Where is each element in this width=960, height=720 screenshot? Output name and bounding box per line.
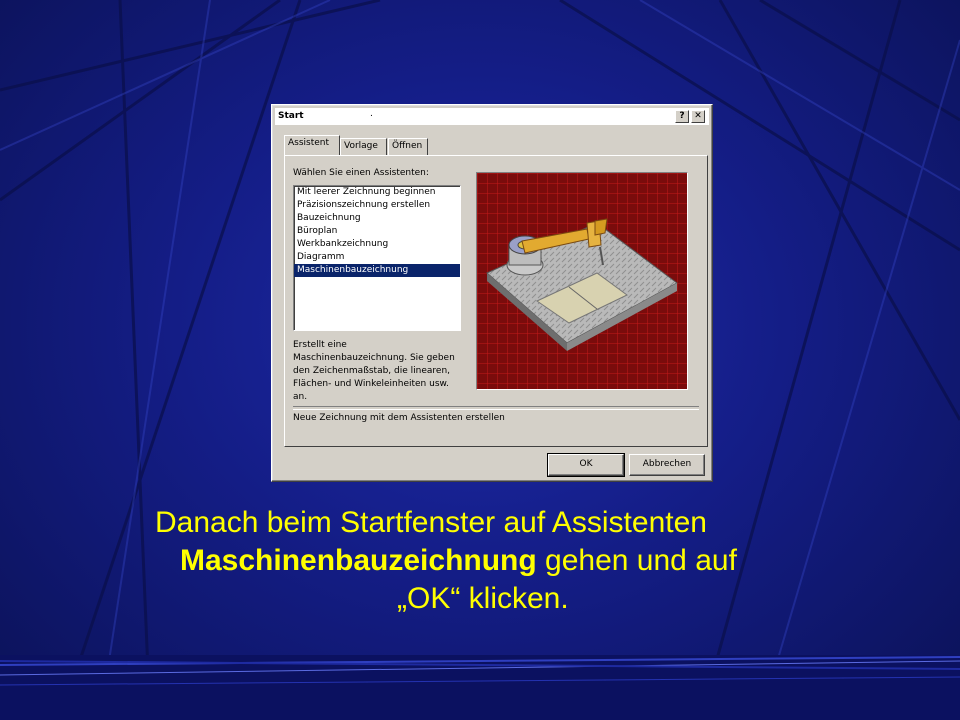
dialog-title-bar[interactable]: Start . ? ✕ xyxy=(275,108,709,125)
separator xyxy=(293,406,699,410)
help-button[interactable]: ? xyxy=(675,110,689,123)
caption-line-1: Danach beim Startfenster auf Assistenten xyxy=(155,506,707,539)
caption-line-2: Maschinenbauzeichnung gehen und auf xyxy=(180,542,737,580)
caption-line-3: „OK“ klicken. xyxy=(397,582,569,615)
wizard-preview-image xyxy=(476,172,688,390)
caption-line-2-rest: gehen und auf xyxy=(536,544,737,577)
wizard-prompt: Wählen Sie einen Assistenten: xyxy=(293,168,429,178)
assistant-panel: Wählen Sie einen Assistenten: Mit leerer… xyxy=(284,155,708,447)
list-item[interactable]: Diagramm xyxy=(294,251,460,264)
status-text: Neue Zeichnung mit dem Assistenten erste… xyxy=(293,413,505,423)
title-marker: . xyxy=(370,109,373,119)
close-icon: ✕ xyxy=(694,111,702,121)
ok-button[interactable]: OK xyxy=(547,453,625,477)
cancel-button[interactable]: Abbrechen xyxy=(629,454,705,476)
tab-assistent[interactable]: Assistent xyxy=(284,135,340,155)
start-dialog: Start . ? ✕ Assistent Vorlage Öffnen Wäh… xyxy=(271,104,713,482)
wizard-description: Erstellt eine Maschinenbauzeichnung. Sie… xyxy=(293,340,455,402)
caption-emphasis: Maschinenbauzeichnung xyxy=(180,544,537,577)
footer-stripes xyxy=(0,655,960,720)
tab-vorlage[interactable]: Vorlage xyxy=(340,138,387,155)
list-item[interactable]: Bauzeichnung xyxy=(294,212,460,225)
help-icon: ? xyxy=(679,111,685,121)
list-item-selected[interactable]: Maschinenbauzeichnung xyxy=(294,264,460,277)
dialog-title: Start xyxy=(278,111,304,121)
list-item[interactable]: Präzisionszeichnung erstellen xyxy=(294,199,460,212)
list-item[interactable]: Mit leerer Zeichnung beginnen xyxy=(294,186,460,199)
list-item[interactable]: Werkbankzeichnung xyxy=(294,238,460,251)
close-button[interactable]: ✕ xyxy=(691,110,705,123)
tab-oeffnen[interactable]: Öffnen xyxy=(388,138,428,155)
machine-illustration xyxy=(477,173,687,389)
wizard-listbox[interactable]: Mit leerer Zeichnung beginnen Präzisions… xyxy=(293,185,461,331)
list-item[interactable]: Büroplan xyxy=(294,225,460,238)
